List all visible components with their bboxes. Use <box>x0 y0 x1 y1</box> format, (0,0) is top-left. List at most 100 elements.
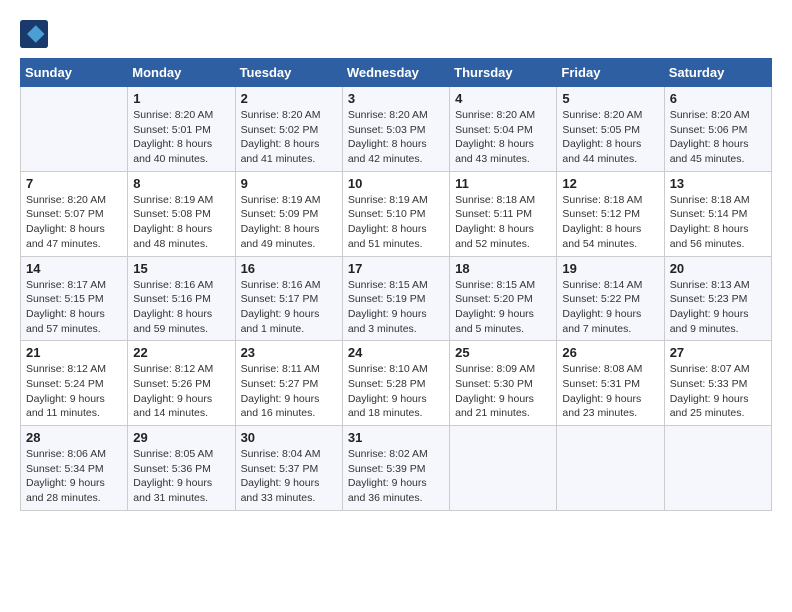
calendar-cell: 20 Sunrise: 8:13 AMSunset: 5:23 PMDayligh… <box>664 256 771 341</box>
calendar-cell: 2 Sunrise: 8:20 AMSunset: 5:02 PMDaylight… <box>235 87 342 172</box>
day-info: Sunrise: 8:20 AMSunset: 5:05 PMDaylight:… <box>562 108 658 167</box>
day-number: 1 <box>133 91 229 106</box>
day-info: Sunrise: 8:20 AMSunset: 5:04 PMDaylight:… <box>455 108 551 167</box>
column-header-saturday: Saturday <box>664 59 771 87</box>
day-number: 25 <box>455 345 551 360</box>
day-info: Sunrise: 8:06 AMSunset: 5:34 PMDaylight:… <box>26 447 122 506</box>
day-info: Sunrise: 8:04 AMSunset: 5:37 PMDaylight:… <box>241 447 337 506</box>
day-info: Sunrise: 8:15 AMSunset: 5:19 PMDaylight:… <box>348 278 444 337</box>
day-info: Sunrise: 8:12 AMSunset: 5:24 PMDaylight:… <box>26 362 122 421</box>
day-number: 4 <box>455 91 551 106</box>
calendar-body: 1 Sunrise: 8:20 AMSunset: 5:01 PMDaylight… <box>21 87 772 511</box>
day-info: Sunrise: 8:13 AMSunset: 5:23 PMDaylight:… <box>670 278 766 337</box>
day-info: Sunrise: 8:11 AMSunset: 5:27 PMDaylight:… <box>241 362 337 421</box>
day-info: Sunrise: 8:07 AMSunset: 5:33 PMDaylight:… <box>670 362 766 421</box>
day-info: Sunrise: 8:02 AMSunset: 5:39 PMDaylight:… <box>348 447 444 506</box>
day-info: Sunrise: 8:09 AMSunset: 5:30 PMDaylight:… <box>455 362 551 421</box>
day-info: Sunrise: 8:20 AMSunset: 5:01 PMDaylight:… <box>133 108 229 167</box>
calendar-cell: 11 Sunrise: 8:18 AMSunset: 5:11 PMDayligh… <box>450 171 557 256</box>
calendar-cell <box>450 426 557 511</box>
day-number: 19 <box>562 261 658 276</box>
calendar-cell: 19Sunrise: 8:14 AMSunset: 5:22 PMDayligh… <box>557 256 664 341</box>
calendar-cell: 4 Sunrise: 8:20 AMSunset: 5:04 PMDaylight… <box>450 87 557 172</box>
calendar-cell: 15 Sunrise: 8:16 AMSunset: 5:16 PMDayligh… <box>128 256 235 341</box>
calendar-cell: 21 Sunrise: 8:12 AMSunset: 5:24 PMDayligh… <box>21 341 128 426</box>
calendar-week-row: 14 Sunrise: 8:17 AMSunset: 5:15 PMDayligh… <box>21 256 772 341</box>
day-number: 14 <box>26 261 122 276</box>
day-number: 27 <box>670 345 766 360</box>
calendar-cell: 24Sunrise: 8:10 AMSunset: 5:28 PMDayligh… <box>342 341 449 426</box>
day-info: Sunrise: 8:16 AMSunset: 5:17 PMDaylight:… <box>241 278 337 337</box>
day-number: 18 <box>455 261 551 276</box>
day-info: Sunrise: 8:10 AMSunset: 5:28 PMDaylight:… <box>348 362 444 421</box>
column-header-monday: Monday <box>128 59 235 87</box>
calendar-week-row: 1 Sunrise: 8:20 AMSunset: 5:01 PMDaylight… <box>21 87 772 172</box>
day-info: Sunrise: 8:19 AMSunset: 5:10 PMDaylight:… <box>348 193 444 252</box>
calendar-cell: 27 Sunrise: 8:07 AMSunset: 5:33 PMDayligh… <box>664 341 771 426</box>
calendar-cell: 9 Sunrise: 8:19 AMSunset: 5:09 PMDaylight… <box>235 171 342 256</box>
calendar-cell: 5 Sunrise: 8:20 AMSunset: 5:05 PMDaylight… <box>557 87 664 172</box>
day-number: 21 <box>26 345 122 360</box>
day-number: 8 <box>133 176 229 191</box>
calendar-cell: 17 Sunrise: 8:15 AMSunset: 5:19 PMDayligh… <box>342 256 449 341</box>
day-number: 28 <box>26 430 122 445</box>
logo-icon <box>20 20 48 48</box>
day-info: Sunrise: 8:15 AMSunset: 5:20 PMDaylight:… <box>455 278 551 337</box>
calendar-cell: 26Sunrise: 8:08 AMSunset: 5:31 PMDayligh… <box>557 341 664 426</box>
calendar-table: SundayMondayTuesdayWednesdayThursdayFrid… <box>20 58 772 511</box>
column-header-sunday: Sunday <box>21 59 128 87</box>
column-header-friday: Friday <box>557 59 664 87</box>
day-number: 12 <box>562 176 658 191</box>
day-number: 23 <box>241 345 337 360</box>
day-info: Sunrise: 8:12 AMSunset: 5:26 PMDaylight:… <box>133 362 229 421</box>
page-header <box>20 20 772 48</box>
day-info: Sunrise: 8:20 AMSunset: 5:07 PMDaylight:… <box>26 193 122 252</box>
calendar-cell <box>557 426 664 511</box>
day-number: 10 <box>348 176 444 191</box>
calendar-week-row: 28 Sunrise: 8:06 AMSunset: 5:34 PMDayligh… <box>21 426 772 511</box>
day-number: 30 <box>241 430 337 445</box>
day-number: 17 <box>348 261 444 276</box>
day-number: 16 <box>241 261 337 276</box>
day-number: 29 <box>133 430 229 445</box>
calendar-cell: 3 Sunrise: 8:20 AMSunset: 5:03 PMDaylight… <box>342 87 449 172</box>
calendar-cell: 31 Sunrise: 8:02 AMSunset: 5:39 PMDayligh… <box>342 426 449 511</box>
column-header-wednesday: Wednesday <box>342 59 449 87</box>
calendar-cell: 1 Sunrise: 8:20 AMSunset: 5:01 PMDaylight… <box>128 87 235 172</box>
logo <box>20 20 50 48</box>
day-number: 22 <box>133 345 229 360</box>
day-number: 5 <box>562 91 658 106</box>
column-header-tuesday: Tuesday <box>235 59 342 87</box>
calendar-week-row: 7 Sunrise: 8:20 AMSunset: 5:07 PMDaylight… <box>21 171 772 256</box>
day-info: Sunrise: 8:19 AMSunset: 5:08 PMDaylight:… <box>133 193 229 252</box>
day-number: 15 <box>133 261 229 276</box>
day-info: Sunrise: 8:20 AMSunset: 5:03 PMDaylight:… <box>348 108 444 167</box>
calendar-cell: 10 Sunrise: 8:19 AMSunset: 5:10 PMDayligh… <box>342 171 449 256</box>
calendar-cell: 12Sunrise: 8:18 AMSunset: 5:12 PMDayligh… <box>557 171 664 256</box>
calendar-cell: 7 Sunrise: 8:20 AMSunset: 5:07 PMDaylight… <box>21 171 128 256</box>
calendar-cell <box>664 426 771 511</box>
day-info: Sunrise: 8:20 AMSunset: 5:06 PMDaylight:… <box>670 108 766 167</box>
day-number: 3 <box>348 91 444 106</box>
calendar-cell: 18 Sunrise: 8:15 AMSunset: 5:20 PMDayligh… <box>450 256 557 341</box>
calendar-week-row: 21 Sunrise: 8:12 AMSunset: 5:24 PMDayligh… <box>21 341 772 426</box>
day-info: Sunrise: 8:18 AMSunset: 5:11 PMDaylight:… <box>455 193 551 252</box>
day-number: 2 <box>241 91 337 106</box>
calendar-cell: 14 Sunrise: 8:17 AMSunset: 5:15 PMDayligh… <box>21 256 128 341</box>
calendar-cell: 29Sunrise: 8:05 AMSunset: 5:36 PMDayligh… <box>128 426 235 511</box>
day-number: 20 <box>670 261 766 276</box>
day-info: Sunrise: 8:19 AMSunset: 5:09 PMDaylight:… <box>241 193 337 252</box>
day-number: 7 <box>26 176 122 191</box>
day-number: 11 <box>455 176 551 191</box>
day-info: Sunrise: 8:17 AMSunset: 5:15 PMDaylight:… <box>26 278 122 337</box>
day-number: 9 <box>241 176 337 191</box>
calendar-cell: 25 Sunrise: 8:09 AMSunset: 5:30 PMDayligh… <box>450 341 557 426</box>
day-info: Sunrise: 8:20 AMSunset: 5:02 PMDaylight:… <box>241 108 337 167</box>
day-number: 13 <box>670 176 766 191</box>
calendar-cell: 16 Sunrise: 8:16 AMSunset: 5:17 PMDayligh… <box>235 256 342 341</box>
calendar-cell: 22 Sunrise: 8:12 AMSunset: 5:26 PMDayligh… <box>128 341 235 426</box>
calendar-cell <box>21 87 128 172</box>
day-info: Sunrise: 8:16 AMSunset: 5:16 PMDaylight:… <box>133 278 229 337</box>
day-number: 31 <box>348 430 444 445</box>
day-info: Sunrise: 8:08 AMSunset: 5:31 PMDaylight:… <box>562 362 658 421</box>
